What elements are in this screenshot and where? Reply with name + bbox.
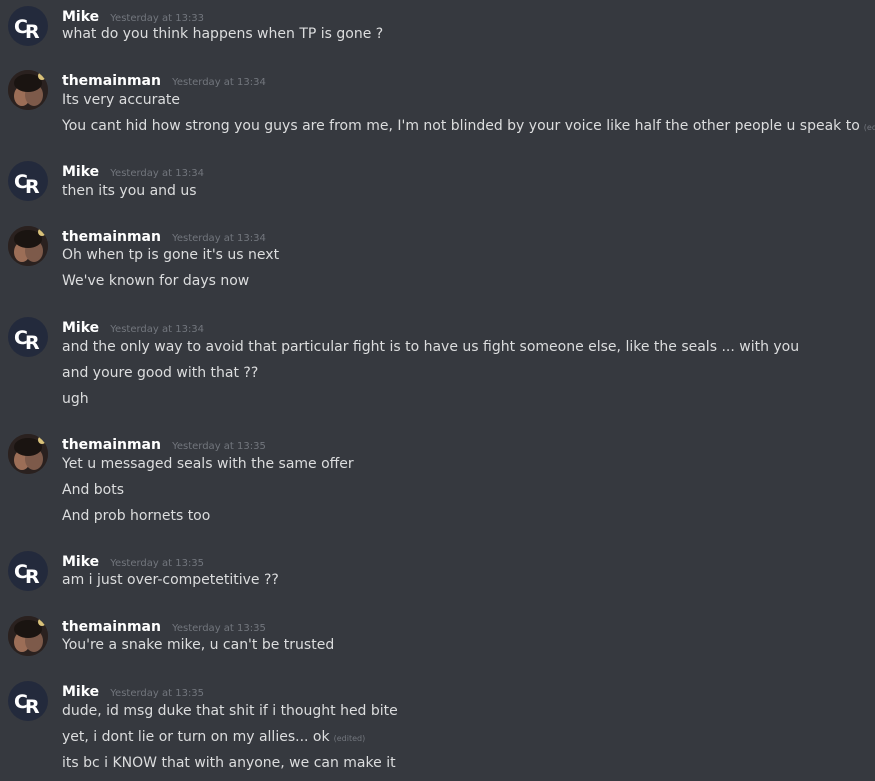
svg-text:R: R: [25, 176, 40, 198]
message-header: themainman Yesterday at 13:34: [62, 226, 266, 246]
username[interactable]: Mike: [62, 164, 99, 180]
message-text: then its you and us: [62, 183, 197, 199]
username[interactable]: Mike: [62, 320, 99, 336]
message-text: You're a snake mike, u can't be trusted: [62, 637, 335, 653]
message-text: dude, id msg duke that shit if i thought…: [62, 703, 398, 719]
chat-messages: C R Mike Yesterday at 13:33 what do you …: [0, 0, 875, 781]
user-avatar-photo[interactable]: [8, 434, 48, 474]
username[interactable]: Mike: [62, 9, 99, 25]
username[interactable]: themainman: [62, 73, 161, 89]
message-text: Oh when tp is gone it's us next: [62, 247, 280, 263]
message-text: its bc i KNOW that with anyone, we can m…: [62, 755, 396, 771]
username[interactable]: themainman: [62, 229, 161, 245]
message-header: themainman Yesterday at 13:35: [62, 616, 266, 636]
user-avatar-photo[interactable]: [8, 70, 48, 110]
user-avatar-photo[interactable]: [8, 226, 48, 266]
edited-tag: (edited): [863, 123, 875, 132]
message-header: Mike Yesterday at 13:35: [62, 681, 204, 701]
username[interactable]: Mike: [62, 684, 99, 700]
message-header: themainman Yesterday at 13:34: [62, 70, 266, 90]
cr-logo-icon[interactable]: C R: [8, 317, 48, 357]
message-text: ugh: [62, 391, 89, 407]
message-text: and youre good with that ??: [62, 365, 259, 381]
username[interactable]: Mike: [62, 554, 99, 570]
message-text: You cant hid how strong you guys are fro…: [62, 118, 860, 134]
timestamp[interactable]: Yesterday at 13:34: [172, 233, 266, 244]
message-header: themainman Yesterday at 13:35: [62, 434, 266, 454]
cr-logo-icon[interactable]: C R: [8, 551, 48, 591]
timestamp[interactable]: Yesterday at 13:33: [110, 13, 204, 24]
timestamp[interactable]: Yesterday at 13:34: [110, 168, 204, 179]
message-header: Mike Yesterday at 13:34: [62, 317, 204, 337]
message-header: Mike Yesterday at 13:35: [62, 551, 204, 571]
username[interactable]: themainman: [62, 619, 161, 635]
username[interactable]: themainman: [62, 437, 161, 453]
message-text-edited-row: yet, i dont lie or turn on my allies... …: [62, 727, 365, 749]
message-text: We've known for days now: [62, 273, 250, 289]
timestamp[interactable]: Yesterday at 13:34: [172, 77, 266, 88]
message-text-edited-row: You cant hid how strong you guys are fro…: [62, 116, 875, 138]
message-text: what do you think happens when TP is gon…: [62, 26, 384, 42]
timestamp[interactable]: Yesterday at 13:35: [110, 558, 204, 569]
message-header: Mike Yesterday at 13:34: [62, 161, 204, 181]
message-header: Mike Yesterday at 13:33: [62, 6, 204, 26]
svg-text:R: R: [25, 21, 40, 43]
message-text: Yet u messaged seals with the same offer: [62, 456, 354, 472]
message-text: And bots: [62, 482, 125, 498]
svg-text:R: R: [25, 696, 40, 718]
cr-logo-icon[interactable]: C R: [8, 6, 48, 46]
timestamp[interactable]: Yesterday at 13:35: [172, 623, 266, 634]
message-text: yet, i dont lie or turn on my allies... …: [62, 729, 330, 745]
message-text: Its very accurate: [62, 92, 181, 108]
message-text: am i just over-competetitive ??: [62, 572, 279, 588]
timestamp[interactable]: Yesterday at 13:35: [172, 441, 266, 452]
timestamp[interactable]: Yesterday at 13:34: [110, 324, 204, 335]
timestamp[interactable]: Yesterday at 13:35: [110, 688, 204, 699]
message-text: And prob hornets too: [62, 508, 211, 524]
edited-tag: (edited): [333, 734, 366, 743]
svg-text:R: R: [25, 566, 40, 588]
user-avatar-photo[interactable]: [8, 616, 48, 656]
cr-logo-icon[interactable]: C R: [8, 681, 48, 721]
cr-logo-icon[interactable]: C R: [8, 161, 48, 201]
message-text: and the only way to avoid that particula…: [62, 339, 800, 355]
svg-text:R: R: [25, 332, 40, 354]
